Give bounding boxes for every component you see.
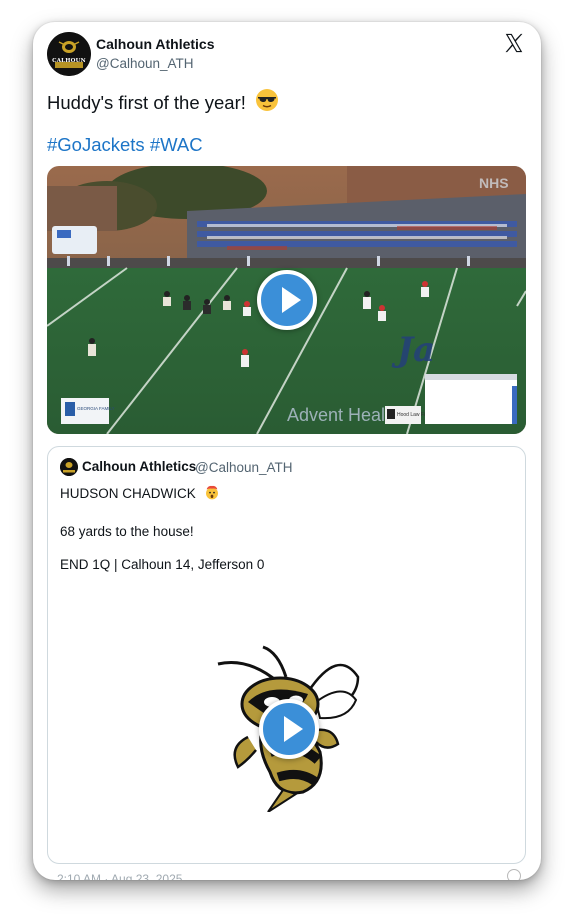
quoted-account-name: Calhoun Athletics xyxy=(82,459,197,474)
yellow-jacket-logo-icon xyxy=(60,458,78,476)
video-player[interactable]: Ja Advent Health GEORGIA FAMILY Hood Law… xyxy=(47,166,526,434)
post-timestamp[interactable]: 2:10 AM · Aug 23, 2025 xyxy=(57,872,182,880)
avatar[interactable]: CALHOUN xyxy=(47,32,91,76)
quoted-line-2: 68 yards to the house! xyxy=(60,524,194,539)
video-watermark: NHS xyxy=(479,175,509,191)
quoted-video-play-button[interactable] xyxy=(259,699,319,759)
sponsor-sign-left: GEORGIA FAMILY xyxy=(77,406,115,411)
hashtag-wac[interactable]: #WAC xyxy=(150,134,203,155)
quoted-line-1-text: HUDSON CHADWICK xyxy=(60,486,196,501)
quoted-line-3: END 1Q | Calhoun 14, Jefferson 0 xyxy=(60,557,265,572)
post-header: CALHOUN Calhoun Athletics @Calhoun_ATH xyxy=(47,32,527,80)
quoted-line-1: HUDSON CHADWICK xyxy=(60,484,220,503)
post-text-body: Huddy's first of the year! xyxy=(47,92,246,113)
account-name[interactable]: Calhoun Athletics xyxy=(96,36,215,52)
exploding-head-icon xyxy=(204,484,220,503)
quoted-video[interactable] xyxy=(208,642,368,813)
embedded-post-card: CALHOUN Calhoun Athletics @Calhoun_ATH H… xyxy=(33,22,541,880)
info-icon[interactable] xyxy=(507,869,521,880)
quoted-avatar xyxy=(60,458,78,476)
post-text: Huddy's first of the year! xyxy=(47,88,279,117)
video-play-button[interactable] xyxy=(257,270,317,330)
field-ad-text: Advent Health xyxy=(287,405,400,425)
quoted-post[interactable]: Calhoun Athletics @Calhoun_ATH HUDSON CH… xyxy=(47,446,526,864)
account-handle[interactable]: @Calhoun_ATH xyxy=(96,56,194,71)
quoted-account-handle: @Calhoun_ATH xyxy=(195,460,293,475)
yellow-jacket-logo-icon xyxy=(47,32,91,76)
x-logo-icon[interactable] xyxy=(503,32,525,54)
hashtag-gojackets[interactable]: #GoJackets xyxy=(47,134,145,155)
smiling-face-with-sunglasses-icon xyxy=(255,88,279,117)
hashtag-row: #GoJackets #WAC xyxy=(47,134,203,156)
svg-text:Ja: Ja xyxy=(391,330,435,370)
avatar-wordmark: CALHOUN xyxy=(52,58,86,64)
